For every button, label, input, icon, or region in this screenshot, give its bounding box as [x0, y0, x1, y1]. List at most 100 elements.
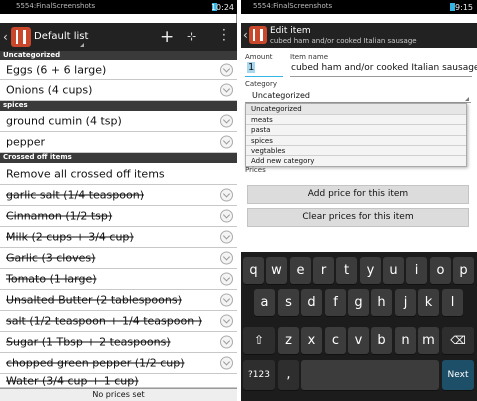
item-name-field[interactable]: cubed ham and/or cooked Italian sausage [290, 62, 477, 77]
key[interactable]: p [453, 257, 474, 284]
key[interactable]: d [301, 289, 322, 316]
category-dropdown: Uncategorized meats pasta spices vegtabl… [245, 103, 467, 167]
clock: 9:15 [455, 3, 473, 12]
back-chevron-icon[interactable]: ‹ [243, 28, 248, 42]
key[interactable]: q [243, 257, 264, 284]
key[interactable]: s [278, 289, 299, 316]
key[interactable]: u [383, 257, 404, 284]
spacebar-key[interactable] [301, 360, 439, 390]
list-item[interactable]: pepper [0, 132, 237, 153]
crossed-item[interactable]: Garlic (3 cloves) [0, 248, 237, 269]
clock: 10:24 [210, 3, 234, 12]
back-chevron-icon[interactable]: ‹ [3, 30, 8, 44]
list-item[interactable]: ground cumin (4 tsp) [0, 111, 237, 132]
dropdown-option[interactable]: Add new category [246, 156, 466, 166]
app-logo-icon [11, 27, 31, 47]
window-title: 5554:FinalScreenshots [16, 2, 96, 10]
crossed-item[interactable]: Milk (2 cups + 3/4 cup) [0, 227, 237, 248]
crossed-item[interactable]: garlic salt (1/4 teaspoon) [0, 185, 237, 206]
key[interactable]: z [278, 327, 299, 354]
key[interactable]: t [336, 257, 357, 284]
key[interactable]: e [290, 257, 311, 284]
expand-icon[interactable] [220, 188, 233, 202]
action-bar: ‹ Default list + ⊹ · · · [0, 23, 237, 51]
right-screen: 5554:FinalScreenshots 9:15 ‹ Edit item c… [241, 0, 477, 401]
overflow-menu-icon[interactable]: · · · [222, 24, 226, 46]
page-subtitle: cubed ham and/or cooked Italian sausage [270, 37, 417, 45]
amount-label: Amount [245, 53, 273, 61]
clear-prices-button[interactable]: Clear prices for this item [247, 208, 469, 227]
key[interactable]: l [442, 289, 463, 316]
category-label: Category [245, 80, 277, 88]
soft-keyboard: q w e r t y u i o p a s d f g h j k l ⇧ … [241, 252, 477, 401]
symbols-key[interactable]: ?123 [243, 360, 275, 390]
key[interactable]: h [371, 289, 392, 316]
key[interactable]: r [313, 257, 334, 284]
crossed-item[interactable]: Unsalted Butter (2 tablespoons) [0, 290, 237, 311]
expand-icon[interactable] [220, 335, 233, 349]
page-title: Edit item [270, 26, 311, 36]
window-title: 5554:FinalScreenshots [253, 2, 333, 10]
key[interactable]: a [254, 289, 275, 316]
dropdown-option[interactable]: spices [246, 136, 466, 146]
list-item[interactable]: Eggs (6 + 6 large) [0, 60, 237, 80]
key[interactable]: f [325, 289, 346, 316]
key[interactable]: c [325, 327, 346, 354]
crossed-item[interactable]: salt (1/2 teaspoon + 1/4 teaspoon ) [0, 311, 237, 332]
add-icon[interactable]: + [160, 27, 174, 47]
backspace-key[interactable]: ⌫ [442, 327, 474, 354]
amount-field[interactable]: 1 [245, 62, 283, 77]
spinner-corner-icon [465, 97, 469, 101]
expand-icon[interactable] [220, 272, 233, 286]
key[interactable]: o [430, 257, 451, 284]
action-bar: ‹ Edit item cubed ham and/or cooked Ital… [241, 23, 477, 48]
comma-key[interactable]: , [278, 360, 299, 390]
key[interactable]: y [360, 257, 381, 284]
key[interactable]: w [266, 257, 287, 284]
expand-icon[interactable] [220, 114, 233, 128]
shift-key[interactable]: ⇧ [243, 327, 275, 354]
status-bar: 5554:FinalScreenshots 10:24 [0, 0, 237, 14]
footer-status: No prices set [0, 388, 237, 401]
prices-label: Prices [245, 166, 266, 174]
key[interactable]: v [348, 327, 369, 354]
expand-icon[interactable] [220, 230, 233, 244]
crossed-item[interactable]: Sugar (1 Tbsp + 2 teaspoons) [0, 332, 237, 353]
key[interactable]: j [395, 289, 416, 316]
expand-icon[interactable] [220, 356, 233, 370]
add-price-button[interactable]: Add price for this item [247, 185, 469, 204]
section-header-crossed-off: Crossed off items [0, 153, 237, 163]
key[interactable]: n [395, 327, 416, 354]
item-name-label: Item name [290, 53, 329, 61]
expand-icon[interactable] [220, 209, 233, 223]
category-spinner[interactable]: Uncategorized [245, 89, 471, 103]
expand-icon[interactable] [220, 314, 233, 328]
key[interactable]: x [301, 327, 322, 354]
key[interactable]: g [348, 289, 369, 316]
expand-icon[interactable] [220, 135, 233, 149]
expand-icon[interactable] [220, 293, 233, 307]
next-key[interactable]: Next [442, 360, 474, 390]
crossed-item[interactable]: Cinnamon (1/2 tsp) [0, 206, 237, 227]
crossed-item[interactable]: Water (3/4 cup + 1 cup) [0, 374, 237, 388]
expand-icon[interactable] [220, 83, 233, 97]
expand-icon[interactable] [220, 63, 233, 76]
dropdown-option[interactable]: meats [246, 115, 466, 125]
section-header-uncategorized: Uncategorized [0, 51, 237, 60]
key[interactable]: i [406, 257, 427, 284]
key[interactable]: m [418, 327, 439, 354]
dropdown-option[interactable]: pasta [246, 125, 466, 136]
remove-all-crossed-button[interactable]: Remove all crossed off items [0, 163, 237, 185]
list-spinner[interactable]: Default list [34, 31, 88, 42]
sort-icon[interactable]: ⊹ [187, 30, 196, 43]
app-logo-icon [249, 26, 267, 44]
crossed-item[interactable]: chopped green pepper (1/2 cup) [0, 353, 237, 374]
dropdown-option[interactable]: Uncategorized [246, 104, 466, 115]
expand-icon[interactable] [220, 251, 233, 265]
dropdown-option[interactable]: vegtables [246, 146, 466, 156]
spinner-corner-icon [80, 43, 84, 47]
crossed-item[interactable]: Tomato (1 large) [0, 269, 237, 290]
list-item[interactable]: Onions (4 cups) [0, 80, 237, 101]
key[interactable]: k [418, 289, 439, 316]
key[interactable]: b [371, 327, 392, 354]
